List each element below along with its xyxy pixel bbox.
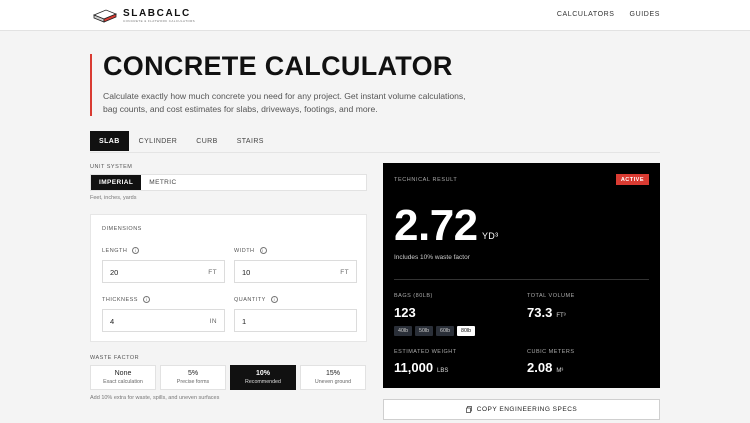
bag-size-selector: 40lb 50lb 60lb 80lb [394, 326, 476, 336]
dimensions-card: DIMENSIONS LENGTH i 20 FT WIDTH i 10 FT … [90, 214, 367, 342]
thickness-label: THICKNESS i [102, 296, 150, 303]
quantity-label-text: QUANTITY [234, 296, 266, 303]
tab-stairs[interactable]: STAIRS [228, 131, 273, 151]
main-nav: CALCULATORS GUIDES [557, 11, 660, 18]
copy-specs-label: COPY ENGINEERING SPECS [476, 406, 578, 413]
waste-option-sub: Precise forms [176, 379, 210, 385]
total-volume: 73.3 FT³ [527, 305, 566, 320]
nav-calculators[interactable]: CALCULATORS [557, 11, 615, 18]
thickness-input[interactable]: 4 IN [102, 309, 225, 332]
length-value: 20 [110, 268, 119, 277]
cubic-meters: 2.08 M³ [527, 360, 563, 375]
estimated-weight-unit: LBS [437, 368, 449, 374]
width-label: WIDTH i [234, 247, 267, 254]
waste-option-value: 10% [255, 370, 270, 377]
waste-option-10[interactable]: 10% Recommended [230, 365, 296, 390]
calculator-tabs: SLAB CYLINDER CURB STAIRS [90, 131, 274, 151]
bags-label: BAGS (80LB) [394, 293, 433, 299]
bag-size-60lb[interactable]: 60lb [436, 326, 455, 336]
width-unit: FT [340, 268, 349, 276]
unit-imperial-option[interactable]: IMPERIAL [91, 175, 142, 190]
width-value: 10 [242, 268, 251, 277]
width-label-text: WIDTH [234, 247, 255, 254]
logo-tagline: CONCRETE & FLATWORK CALCULATORS [123, 19, 196, 23]
result-volume-unit: YD³ [482, 231, 499, 241]
length-input[interactable]: 20 FT [102, 260, 225, 283]
quantity-info-icon[interactable]: i [270, 296, 278, 303]
result-divider [394, 279, 649, 280]
thickness-info-icon[interactable]: i [142, 296, 150, 303]
waste-option-sub: Uneven ground [314, 379, 352, 385]
logo-name: SLABCALC [123, 8, 191, 19]
waste-factor-options: None Exact calculation 5% Precise forms … [90, 365, 366, 390]
copy-specs-button[interactable]: COPY ENGINEERING SPECS [383, 399, 660, 420]
unit-system-toggle: IMPERIAL METRIC [90, 174, 367, 191]
bag-size-80lb[interactable]: 80lb [457, 326, 476, 336]
concrete-slab-logo-icon [93, 9, 117, 23]
length-label: LENGTH i [102, 247, 140, 254]
waste-option-value: None [114, 370, 132, 377]
cubic-meters-unit: M³ [556, 368, 564, 374]
tab-cylinder[interactable]: CYLINDER [130, 131, 187, 151]
quantity-value: 1 [242, 317, 247, 326]
waste-factor-label: WASTE FACTOR [90, 355, 140, 361]
length-info-icon[interactable]: i [132, 247, 140, 254]
quantity-label: QUANTITY i [234, 296, 278, 303]
unit-system-label: UNIT SYSTEM [90, 164, 133, 170]
cubic-meters-label: CUBIC METERS [527, 349, 575, 355]
copy-icon [465, 406, 472, 413]
width-info-icon[interactable]: i [259, 247, 267, 254]
page-description: Calculate exactly how much concrete you … [103, 91, 466, 114]
waste-option-5[interactable]: 5% Precise forms [160, 365, 226, 390]
top-header: SLABCALC CONCRETE & FLATWORK CALCULATORS… [0, 0, 750, 31]
waste-option-value: 5% [187, 370, 199, 377]
bag-size-40lb[interactable]: 40lb [394, 326, 413, 336]
page-title: CONCRETE CALCULATOR [103, 51, 453, 81]
result-label: TECHNICAL RESULT [394, 177, 458, 183]
status-badge: ACTIVE [615, 174, 649, 185]
cubic-meters-value: 2.08 [527, 360, 553, 375]
length-label-text: LENGTH [102, 247, 128, 254]
waste-option-sub: Exact calculation [103, 379, 143, 385]
dimensions-title: DIMENSIONS [102, 226, 142, 232]
quantity-input[interactable]: 1 [234, 309, 357, 332]
bags-value: 123 [394, 305, 416, 320]
waste-included-note: Includes 10% waste factor [394, 254, 470, 261]
waste-factor-hint: Add 10% extra for waste, spills, and une… [90, 395, 220, 401]
bag-size-50lb[interactable]: 50lb [415, 326, 434, 336]
tab-curb[interactable]: CURB [187, 131, 226, 151]
waste-option-value: 15% [325, 370, 340, 377]
estimated-weight: 11,000 LBS [394, 360, 448, 375]
result-panel: TECHNICAL RESULT ACTIVE 2.72 YD³ Include… [383, 163, 660, 388]
result-volume-value: 2.72 [394, 201, 478, 250]
hero-accent-bar [90, 54, 92, 116]
logo[interactable]: SLABCALC CONCRETE & FLATWORK CALCULATORS [93, 8, 195, 23]
thickness-unit: IN [209, 317, 217, 325]
waste-option-none[interactable]: None Exact calculation [90, 365, 156, 390]
length-unit: FT [208, 268, 217, 276]
waste-option-sub: Recommended [245, 379, 281, 385]
unit-metric-option[interactable]: METRIC [141, 175, 184, 190]
estimated-weight-value: 11,000 [394, 360, 434, 375]
estimated-weight-label: ESTIMATED WEIGHT [394, 349, 457, 355]
total-volume-label: TOTAL VOLUME [527, 293, 575, 299]
unit-system-hint: Feet, inches, yards [90, 195, 137, 201]
tabs-divider [90, 152, 660, 153]
waste-option-15[interactable]: 15% Uneven ground [300, 365, 366, 390]
nav-guides[interactable]: GUIDES [630, 11, 660, 18]
width-input[interactable]: 10 FT [234, 260, 357, 283]
total-volume-value: 73.3 [527, 305, 553, 320]
total-volume-unit: FT³ [556, 313, 566, 319]
thickness-label-text: THICKNESS [102, 296, 138, 303]
tab-slab[interactable]: SLAB [90, 131, 129, 151]
thickness-value: 4 [110, 317, 115, 326]
